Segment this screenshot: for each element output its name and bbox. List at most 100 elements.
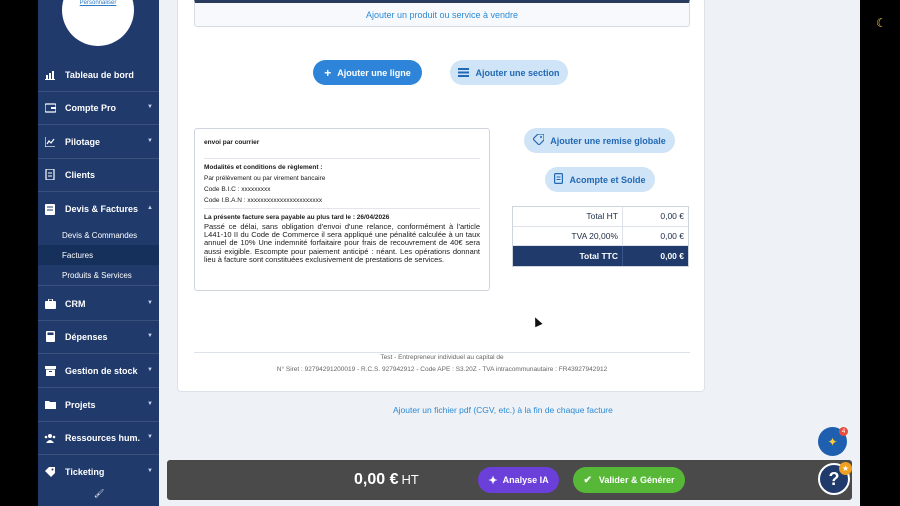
chevron-down-icon: ▼: [147, 333, 153, 339]
global-discount-button[interactable]: Ajouter une remise globale: [524, 128, 675, 153]
chevron-down-icon: ▼: [147, 104, 153, 110]
document-icon: [554, 172, 564, 187]
total-ht-value: 0,00 €: [660, 211, 684, 222]
chevron-down-icon: ▼: [147, 434, 153, 440]
briefcase-icon: [44, 298, 56, 309]
nav-clients[interactable]: Clients: [38, 158, 159, 192]
tva-row: TVA 20,00% 0,00 €: [513, 226, 688, 246]
bic-code: Code B.I.C : xxxxxxxxx: [204, 186, 271, 193]
chart-bar-icon: [44, 69, 56, 80]
nav-label: Devis & Factures: [65, 204, 139, 214]
clients-icon: [44, 169, 56, 180]
bank-icon: [44, 102, 56, 113]
nav-label: Projets: [65, 399, 96, 410]
nav-depenses[interactable]: Dépenses ▼: [38, 320, 159, 354]
nav-projets[interactable]: Projets ▼: [38, 388, 159, 422]
nav-label: Dépenses: [65, 331, 108, 342]
ai-analysis-button[interactable]: ✦ Analyse IA: [478, 467, 559, 493]
add-section-label: Ajouter une section: [475, 67, 560, 78]
calculator-icon: [44, 331, 56, 342]
total-ttc-row: Total TTC 0,00 €: [513, 246, 688, 266]
logo-container[interactable]: logo Personnaliser: [62, 0, 134, 46]
terms-block[interactable]: envoi par courrier Modalités et conditio…: [194, 128, 490, 291]
nav-label: Compte Pro: [65, 102, 117, 113]
bottom-action-bar: 0,00 € HT ✦ Analyse IA ✔ Valider & Génére…: [167, 460, 852, 500]
nav-label: Pilotage: [65, 136, 101, 147]
check-icon: ✔: [583, 474, 592, 486]
stock-icon: [44, 365, 56, 376]
subnav-factures[interactable]: Factures: [38, 245, 167, 265]
deposit-button[interactable]: Acompte et Solde: [545, 167, 655, 192]
chevron-down-icon: ▼: [147, 401, 153, 407]
tva-label: TVA 20,00%: [513, 226, 623, 245]
nav-label: Gestion de stock: [65, 365, 138, 376]
amount-value: 0,00 €: [354, 471, 399, 488]
chevron-down-icon: ▼: [147, 138, 153, 144]
total-ttc-label: Total TTC: [513, 246, 623, 266]
divider: [204, 158, 480, 159]
main-content: Ajouter un produit ou service à vendre +…: [159, 0, 860, 506]
nav-pilotage[interactable]: Pilotage ▼: [38, 125, 159, 159]
total-ttc-value: 0,00 €: [660, 250, 684, 261]
nav-ressources-humaines[interactable]: Ressources hum. ▼: [38, 421, 159, 455]
legal-paragraph: Passé ce délai, sans obligation d'envoi …: [204, 222, 480, 264]
add-line-label: Ajouter une ligne: [337, 67, 411, 78]
chevron-up-icon: ▲: [147, 205, 153, 211]
nav-label: Tableau de bord: [65, 69, 134, 80]
chevron-down-icon: ▼: [147, 468, 153, 474]
nav-compte-pro[interactable]: Compte Pro ▼: [38, 91, 159, 125]
due-date: La présente facture sera payable au plus…: [204, 214, 390, 221]
nav-gestion-stock[interactable]: Gestion de stock ▼: [38, 354, 159, 388]
subnav-produits-services[interactable]: Produits & Services: [38, 266, 159, 286]
total-ht-row: Total HT 0,00 €: [513, 207, 688, 227]
iban-code: Code I.B.A.N : xxxxxxxxxxxxxxxxxxxxxxx: [204, 197, 323, 204]
customize-logo-link[interactable]: Personnaliser: [74, 0, 122, 6]
add-product-button[interactable]: Ajouter un produit ou service à vendre: [194, 0, 690, 27]
tva-value: 0,00 €: [660, 230, 684, 241]
footer-legal-ids[interactable]: N° Siret : 92794291200019 - R.C.S. 92794…: [194, 366, 690, 373]
section-icon: [458, 66, 470, 80]
shipping-text: envoi par courrier: [204, 139, 260, 146]
amount-unit: HT: [401, 472, 419, 487]
subnav-devis-commandes[interactable]: Devis & Commandes: [38, 225, 159, 245]
validate-generate-button[interactable]: ✔ Valider & Générer: [573, 467, 685, 493]
brush-icon[interactable]: 🖌: [94, 489, 104, 498]
total-amount: 0,00 € HT: [354, 471, 419, 489]
subnav-label: Produits & Services: [62, 271, 132, 280]
add-line-button[interactable]: + Ajouter une ligne: [313, 60, 422, 85]
chevron-down-icon: ▼: [147, 300, 153, 306]
folder-icon: [44, 399, 56, 410]
subnav-label: Factures: [62, 250, 94, 260]
right-dark-strip: [860, 0, 900, 506]
nav-label: Ticketing: [65, 467, 105, 477]
ticket-icon: [44, 467, 56, 478]
validate-label: Valider & Générer: [598, 475, 675, 485]
divider: [204, 208, 480, 209]
nav-ticketing[interactable]: Ticketing ▼: [38, 455, 159, 489]
ai-analysis-label: Analyse IA: [502, 475, 549, 485]
nav-devis-factures[interactable]: Devis & Factures ▲: [38, 192, 159, 226]
users-icon: [44, 432, 56, 443]
tag-icon: [532, 132, 545, 148]
nav-label: CRM: [65, 298, 86, 309]
payment-title: Modalités et conditions de règlement :: [204, 164, 323, 171]
moon-icon[interactable]: ☾: [876, 16, 887, 30]
footer-company[interactable]: Test - Entrepreneur individuel au capita…: [194, 354, 690, 361]
star-icon: ★: [839, 462, 852, 475]
invoice-card: Ajouter un produit ou service à vendre +…: [177, 0, 705, 392]
footer-divider: [194, 352, 690, 353]
deposit-label: Acompte et Solde: [569, 174, 646, 185]
add-pdf-link[interactable]: Ajouter un fichier pdf (CGV, etc.) à la …: [393, 405, 613, 415]
global-discount-label: Ajouter une remise globale: [550, 135, 666, 146]
add-section-button[interactable]: Ajouter une section: [450, 60, 568, 85]
pilot-chart-icon: [44, 136, 56, 147]
totals-table: Total HT 0,00 € TVA 20,00% 0,00 € Total …: [512, 206, 689, 267]
nav-label: Clients: [65, 169, 96, 180]
sidebar: logo Personnaliser Tableau de bord Compt…: [38, 0, 167, 506]
nav-tableau-de-bord[interactable]: Tableau de bord: [38, 58, 159, 92]
payment-method: Par prélèvement ou par virement bancaire: [204, 175, 326, 182]
nav-crm[interactable]: CRM ▼: [38, 287, 159, 321]
sparkle-icon: ✦: [488, 474, 498, 487]
subnav-label: Devis & Commandes: [62, 230, 138, 240]
plus-icon: +: [324, 65, 332, 80]
